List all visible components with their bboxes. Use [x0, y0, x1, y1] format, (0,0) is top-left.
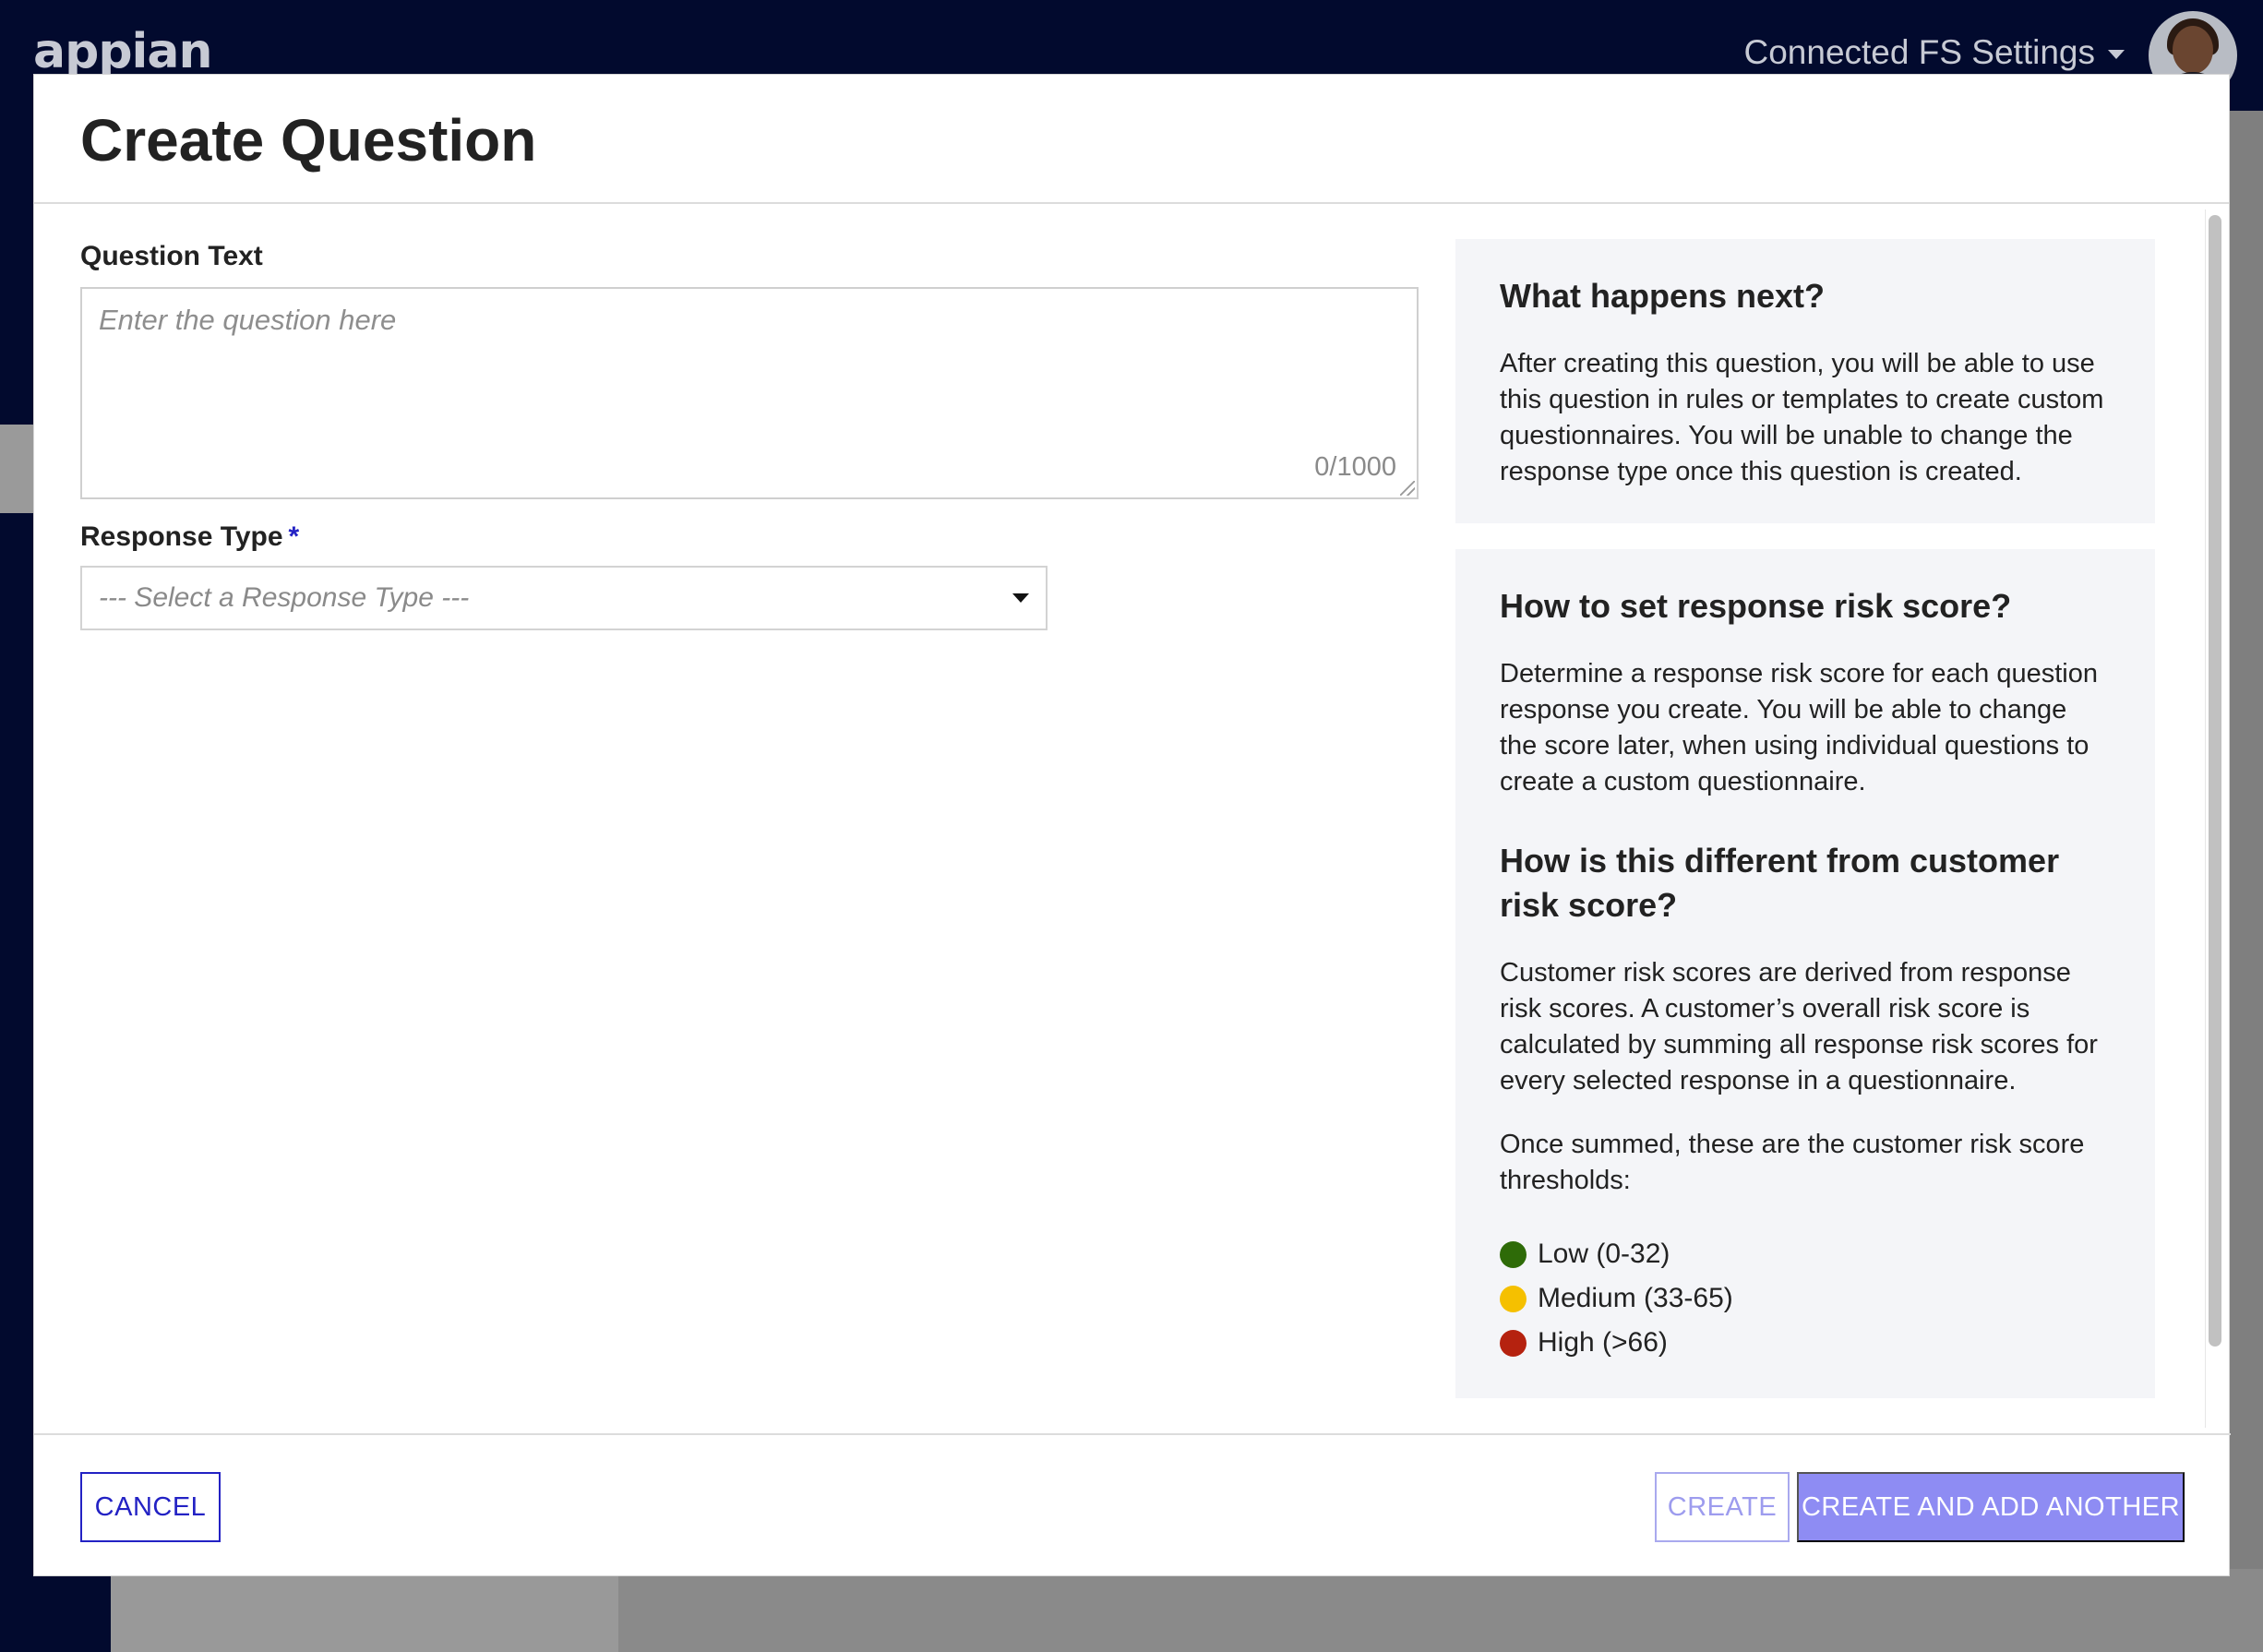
- status-dot-icon: [1500, 1240, 1527, 1268]
- appian-logo[interactable]: appian: [33, 24, 212, 79]
- dialog-title: Create Question: [80, 107, 537, 174]
- cancel-button[interactable]: CANCEL: [80, 1472, 221, 1542]
- risk-threshold-legend: Low (0-32) Medium (33-65) High (>66): [1500, 1232, 2111, 1365]
- dropdown-arrow-icon[interactable]: [1012, 593, 1029, 603]
- chevron-down-icon[interactable]: [2108, 50, 2125, 59]
- background-panel: [111, 1569, 618, 1652]
- info-box-risk-score: How to set response risk score? Determin…: [1455, 549, 2155, 1398]
- legend-label: High (>66): [1538, 1327, 1668, 1358]
- required-marker: *: [288, 521, 300, 552]
- info-text: After creating this question, you will b…: [1500, 349, 2104, 486]
- legend-item-medium: Medium (33-65): [1500, 1276, 2111, 1321]
- settings-menu[interactable]: Connected FS Settings: [1744, 33, 2125, 72]
- dialog-header: Create Question: [34, 75, 2229, 204]
- status-dot-icon: [1500, 1329, 1527, 1357]
- scrollbar-thumb[interactable]: [2209, 215, 2221, 1347]
- response-type-label-text: Response Type: [80, 521, 283, 552]
- legend-label: Low (0-32): [1538, 1239, 1670, 1269]
- response-type-selected-value: --- Select a Response Type ---: [99, 582, 470, 613]
- question-text-input[interactable]: Enter the question here 0/1000: [80, 287, 1419, 499]
- create-button[interactable]: CREATE: [1655, 1472, 1790, 1542]
- background-rail-block: [0, 425, 33, 513]
- background-panel: [618, 1569, 2263, 1652]
- info-text: Determine a response risk score for each…: [1500, 659, 2098, 796]
- info-heading: How is this different from customer risk…: [1500, 842, 2060, 924]
- question-text-label: Question Text: [80, 241, 263, 271]
- create-question-dialog: Create Question Question Text Enter the …: [33, 74, 2231, 1576]
- info-text: Customer risk scores are derived from re…: [1500, 958, 2098, 1095]
- status-dot-icon: [1500, 1285, 1527, 1312]
- legend-item-low: Low (0-32): [1500, 1232, 2111, 1276]
- response-type-label: Response Type *: [80, 521, 1419, 553]
- dialog-body: Question Text Enter the question here 0/…: [34, 206, 2231, 1435]
- character-count: 0/1000: [1314, 452, 1396, 482]
- info-text: Once summed, these are the customer risk…: [1500, 1130, 2085, 1195]
- create-and-add-another-button[interactable]: CREATE AND ADD ANOTHER: [1797, 1472, 2185, 1542]
- question-text-placeholder: Enter the question here: [99, 304, 397, 336]
- info-heading: What happens next?: [1500, 277, 1826, 315]
- help-column: What happens next? After creating this q…: [1455, 239, 2155, 1398]
- info-heading: How to set response risk score?: [1500, 587, 2012, 625]
- form-column: Question Text Enter the question here 0/…: [80, 241, 1419, 630]
- legend-label: Medium (33-65): [1538, 1283, 1733, 1313]
- info-box-what-next: What happens next? After creating this q…: [1455, 239, 2155, 523]
- resize-handle-icon[interactable]: [1400, 481, 1415, 496]
- dialog-footer: CANCEL CREATE CREATE AND ADD ANOTHER: [34, 1433, 2231, 1575]
- legend-item-high: High (>66): [1500, 1321, 2111, 1365]
- settings-menu-label[interactable]: Connected FS Settings: [1744, 33, 2096, 72]
- response-type-dropdown[interactable]: --- Select a Response Type ---: [80, 566, 1048, 630]
